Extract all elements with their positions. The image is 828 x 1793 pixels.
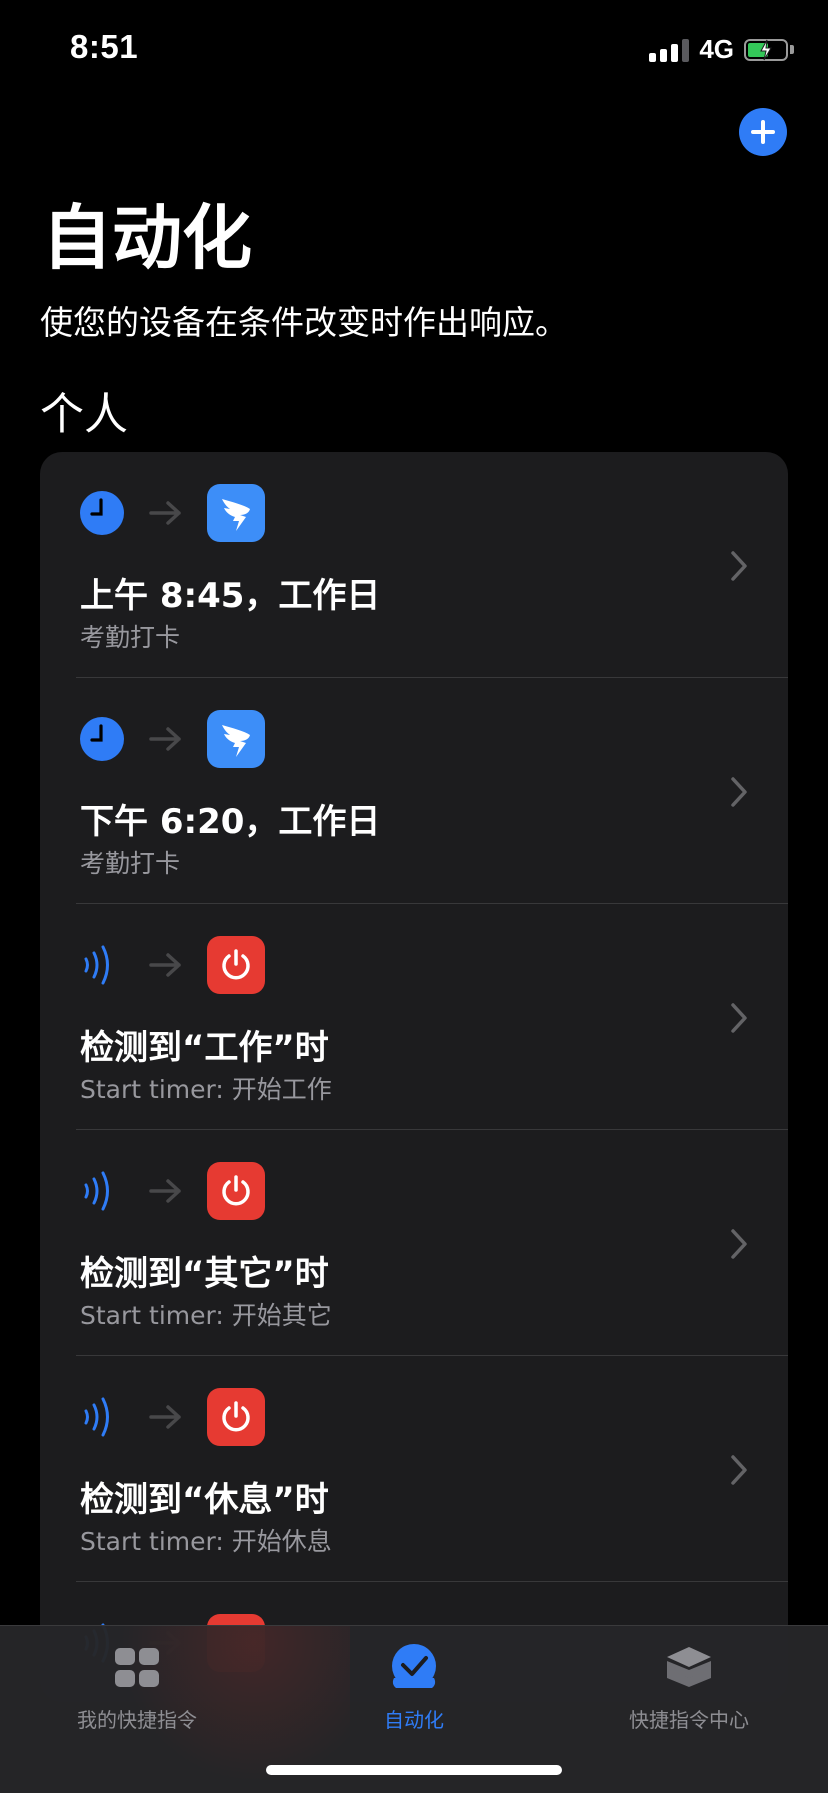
automation-title: 检测到“休息”时 — [80, 1480, 329, 1520]
chevron-right-icon — [731, 777, 747, 807]
power-icon — [207, 1388, 265, 1446]
automation-title: 检测到“其它”时 — [80, 1254, 329, 1294]
nfc-icon — [84, 1171, 109, 1211]
clock-icon — [80, 717, 124, 761]
automation-row[interactable]: 检测到“其它”时 Start timer: 开始其它 — [40, 1130, 788, 1356]
add-automation-button[interactable] — [739, 108, 787, 156]
battery-cap — [790, 45, 794, 54]
nfc-icon — [84, 1397, 109, 1437]
home-indicator[interactable] — [266, 1765, 562, 1775]
automation-row[interactable]: 检测到“工作”时 Start timer: 开始工作 — [40, 904, 788, 1130]
layers-icon — [667, 1647, 711, 1687]
automation-subtitle: Start timer: 开始工作 — [80, 1075, 332, 1104]
status-indicators: 4G — [649, 34, 794, 65]
power-icon — [207, 936, 265, 994]
automation-title: 检测到“工作”时 — [80, 1028, 329, 1068]
automation-row[interactable]: 检测到“休息”时 Start timer: 开始休息 — [40, 1356, 788, 1582]
automation-title: 上午 8:45，工作日 — [80, 576, 381, 616]
row-icons — [80, 1388, 265, 1446]
tab-label: 我的快捷指令 — [77, 1708, 197, 1732]
status-bar: 8:51 4G — [0, 0, 828, 100]
automation-title: 下午 6:20，工作日 — [80, 802, 381, 842]
chevron-right-icon — [731, 1229, 747, 1259]
automation-subtitle: Start timer: 开始休息 — [80, 1527, 332, 1556]
automation-row[interactable]: 下午 6:20，工作日 考勤打卡 — [40, 678, 788, 904]
chevron-right-icon — [731, 551, 747, 581]
tab-label: 快捷指令中心 — [629, 1708, 749, 1732]
arrow-right-icon — [149, 953, 181, 977]
power-icon — [207, 1162, 265, 1220]
status-time: 8:51 — [70, 28, 139, 65]
tab-label: 自动化 — [384, 1708, 444, 1732]
automation-row[interactable]: 上午 8:45，工作日 考勤打卡 — [40, 452, 788, 678]
tab-my-shortcuts[interactable]: 我的快捷指令 — [37, 1644, 237, 1733]
arrow-right-icon — [149, 1405, 181, 1429]
plus-icon — [751, 120, 775, 144]
arrow-right-icon — [149, 501, 181, 525]
arrow-right-icon — [149, 727, 181, 751]
signal-icon — [649, 38, 690, 62]
arrow-right-icon — [149, 1179, 181, 1203]
row-icons — [80, 484, 265, 542]
chevron-right-icon — [731, 1003, 747, 1033]
row-icons — [80, 1162, 265, 1220]
automation-subtitle: 考勤打卡 — [80, 623, 181, 652]
network-label: 4G — [699, 34, 734, 64]
grid-icon — [115, 1648, 159, 1687]
battery-icon — [744, 38, 788, 61]
dingtalk-icon — [207, 484, 265, 542]
automation-list: 上午 8:45，工作日 考勤打卡 下午 6:20，工作日 考勤打卡 检测到“工作… — [40, 452, 788, 1702]
page-subtitle: 使您的设备在条件改变时作出响应。 — [40, 303, 568, 342]
automation-subtitle: Start timer: 开始其它 — [80, 1301, 332, 1330]
checkmark-circle-icon — [392, 1644, 436, 1688]
row-icons — [80, 936, 265, 994]
automation-subtitle: 考勤打卡 — [80, 849, 181, 878]
row-icons — [80, 710, 265, 768]
clock-icon — [80, 491, 124, 535]
chevron-right-icon — [731, 1455, 747, 1485]
tab-automation[interactable]: 自动化 — [314, 1644, 514, 1733]
section-header: 个人 — [40, 389, 128, 440]
dingtalk-icon — [207, 710, 265, 768]
page-title: 自动化 — [42, 197, 252, 279]
tab-gallery[interactable]: 快捷指令中心 — [589, 1644, 789, 1733]
nfc-icon — [84, 945, 109, 985]
